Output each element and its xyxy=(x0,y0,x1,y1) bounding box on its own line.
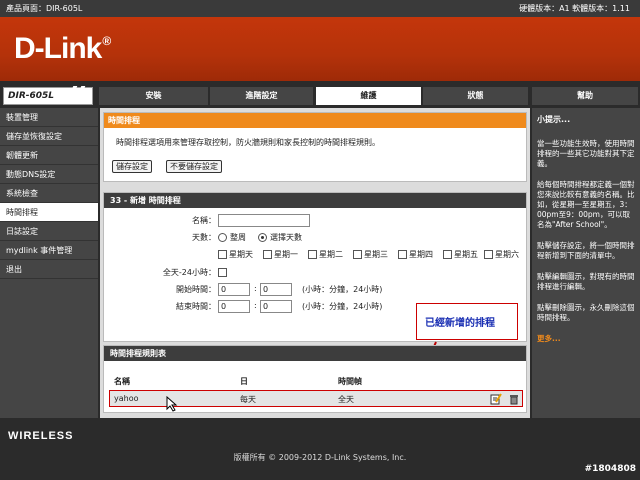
tab-help[interactable]: 幫助 xyxy=(532,87,639,105)
help-text: 當一些功能生效時，使用時間排程的一些其它功能對其下定義。 xyxy=(537,139,635,168)
tab-setup[interactable]: 安裝 xyxy=(99,87,209,105)
col-day-header: 日 xyxy=(240,377,248,386)
rule-name: yahoo xyxy=(114,394,139,403)
end-hour-input[interactable]: 0 xyxy=(218,300,250,313)
help-text: 點擊編輯圖示，對現有的時間排程進行編輯。 xyxy=(537,272,635,291)
start-minute-input[interactable]: 0 xyxy=(260,283,292,296)
sidebar-item-save-restore[interactable]: 儲存並恢復設定 xyxy=(0,127,98,146)
start-hour-input[interactable]: 0 xyxy=(218,283,250,296)
more-link[interactable]: 更多... xyxy=(537,334,635,344)
sidebar-item-device-admin[interactable]: 裝置管理 xyxy=(0,108,98,127)
sidebar-item-logout[interactable]: 退出 xyxy=(0,260,98,279)
sidebar-item-schedules[interactable]: 時間排程 xyxy=(0,203,98,222)
sidebar: 裝置管理 儲存並恢復設定 韌體更新 動態DNS設定 系統檢查 時間排程 日誌設定… xyxy=(0,108,98,418)
dlink-logo: D-Link® xyxy=(14,32,111,65)
day-checkbox[interactable] xyxy=(263,250,272,259)
annotation-text: 已經新增的排程 xyxy=(425,318,495,329)
day-checkbox[interactable] xyxy=(443,250,452,259)
all-week-radio[interactable] xyxy=(218,233,227,242)
mouse-cursor-icon xyxy=(166,396,178,412)
sidebar-item-system-check[interactable]: 系統檢查 xyxy=(0,184,98,203)
copyright: 版權所有 © 2009-2012 D-Link Systems, Inc. xyxy=(233,453,407,462)
help-text: 給每個時間排程都定義一個對您來說比較有意義的名稱。比如，從星期一至星期五，3：0… xyxy=(537,180,635,229)
product-page-label: 產品頁面：DIR-605L xyxy=(6,4,83,13)
time-format-hint: (小時：分鐘，24小時) xyxy=(302,302,383,311)
select-days-radio[interactable] xyxy=(258,233,267,242)
all-week-label: 整周 xyxy=(230,233,246,242)
section-description: 時間排程選項用來管理存取控制，防火牆規則和家長控制的時間排程規則。 xyxy=(116,138,380,147)
time-colon: : xyxy=(254,284,257,293)
section-title: 時間排程 xyxy=(104,113,526,128)
top-info-bar: 產品頁面：DIR-605L 硬體版本：A1 軟體版本：1.11 xyxy=(0,0,640,17)
select-days-label: 選擇天數 xyxy=(270,233,302,242)
time-colon: : xyxy=(254,301,257,310)
wireless-logo: WIRELESS xyxy=(8,430,74,442)
day-label: 星期一 xyxy=(274,250,298,259)
top-nav: DIR-605L 安裝 進階設定 維護 狀態 幫助 xyxy=(0,86,640,106)
sidebar-item-firmware[interactable]: 韌體更新 xyxy=(0,146,98,165)
rule-time: 全天 xyxy=(338,395,354,404)
schedule-name-input[interactable] xyxy=(218,214,310,227)
day-checkbox[interactable] xyxy=(218,250,227,259)
day-label: 星期二 xyxy=(319,250,343,259)
day-checkbox[interactable] xyxy=(484,250,493,259)
day-label: 星期五 xyxy=(454,250,478,259)
image-id-tag: #1804808 xyxy=(584,464,636,474)
edit-icon[interactable] xyxy=(490,393,502,405)
tab-maintenance[interactable]: 維護 xyxy=(316,87,422,105)
day-checkbox[interactable] xyxy=(308,250,317,259)
end-minute-input[interactable]: 0 xyxy=(260,300,292,313)
help-title: 小提示... xyxy=(537,115,571,124)
name-label: 名稱： xyxy=(192,216,216,225)
day-checkbox[interactable] xyxy=(398,250,407,259)
end-time-label: 結束時間： xyxy=(176,302,216,311)
time-format-hint: (小時：分鐘，24小時) xyxy=(302,285,383,294)
save-settings-button[interactable]: 儲存設定 xyxy=(112,160,152,173)
col-time-header: 時間幀 xyxy=(338,377,362,386)
day-label: 星期天 xyxy=(229,250,253,259)
help-text: 點擊刪除圖示，永久刪除這個時間排程。 xyxy=(537,303,635,322)
schedules-info-panel: 時間排程 時間排程選項用來管理存取控制，防火牆規則和家長控制的時間排程規則。 儲… xyxy=(103,112,527,182)
sidebar-item-mydlink[interactable]: mydlink 事件管理 xyxy=(0,241,98,260)
sidebar-item-log-settings[interactable]: 日誌設定 xyxy=(0,222,98,241)
delete-icon[interactable] xyxy=(508,393,520,405)
help-panel: 小提示... 當一些功能生效時，使用時間排程的一些其它功能對其下定義。 給每個時… xyxy=(532,108,640,418)
add-schedule-header: 33 - 新增 時間排程 xyxy=(104,193,526,208)
rules-list-header: 時間排程規則表 xyxy=(104,346,526,361)
main-content: 時間排程 時間排程選項用來管理存取控制，防火牆規則和家長控制的時間排程規則。 儲… xyxy=(100,108,530,418)
day-checkbox[interactable] xyxy=(353,250,362,259)
help-text: 點擊儲存設定，將一個時間排程新增到下面的清單中。 xyxy=(537,241,635,260)
all-day-checkbox[interactable] xyxy=(218,268,227,277)
annotation-callout: 已經新增的排程 xyxy=(416,303,518,340)
dont-save-button[interactable]: 不要儲存設定 xyxy=(166,160,222,173)
days-label: 天數： xyxy=(192,233,216,242)
tab-advanced[interactable]: 進階設定 xyxy=(210,87,314,105)
day-label: 星期三 xyxy=(364,250,388,259)
day-label: 星期六 xyxy=(495,250,519,259)
col-name-header: 名稱 xyxy=(114,377,130,386)
rule-day: 每天 xyxy=(240,395,256,404)
start-time-label: 開始時間： xyxy=(176,285,216,294)
day-label: 星期四 xyxy=(409,250,433,259)
brand-banner: D-Link® xyxy=(0,17,640,81)
version-label: 硬體版本：A1 軟體版本：1.11 xyxy=(519,4,630,13)
sidebar-item-ddns[interactable]: 動態DNS設定 xyxy=(0,165,98,184)
all-day-label: 全天-24小時： xyxy=(162,268,216,277)
tab-status[interactable]: 狀態 xyxy=(423,87,529,105)
schedule-rules-list: 時間排程規則表 名稱 日 時間幀 yahoo 每天 全天 xyxy=(103,345,527,413)
